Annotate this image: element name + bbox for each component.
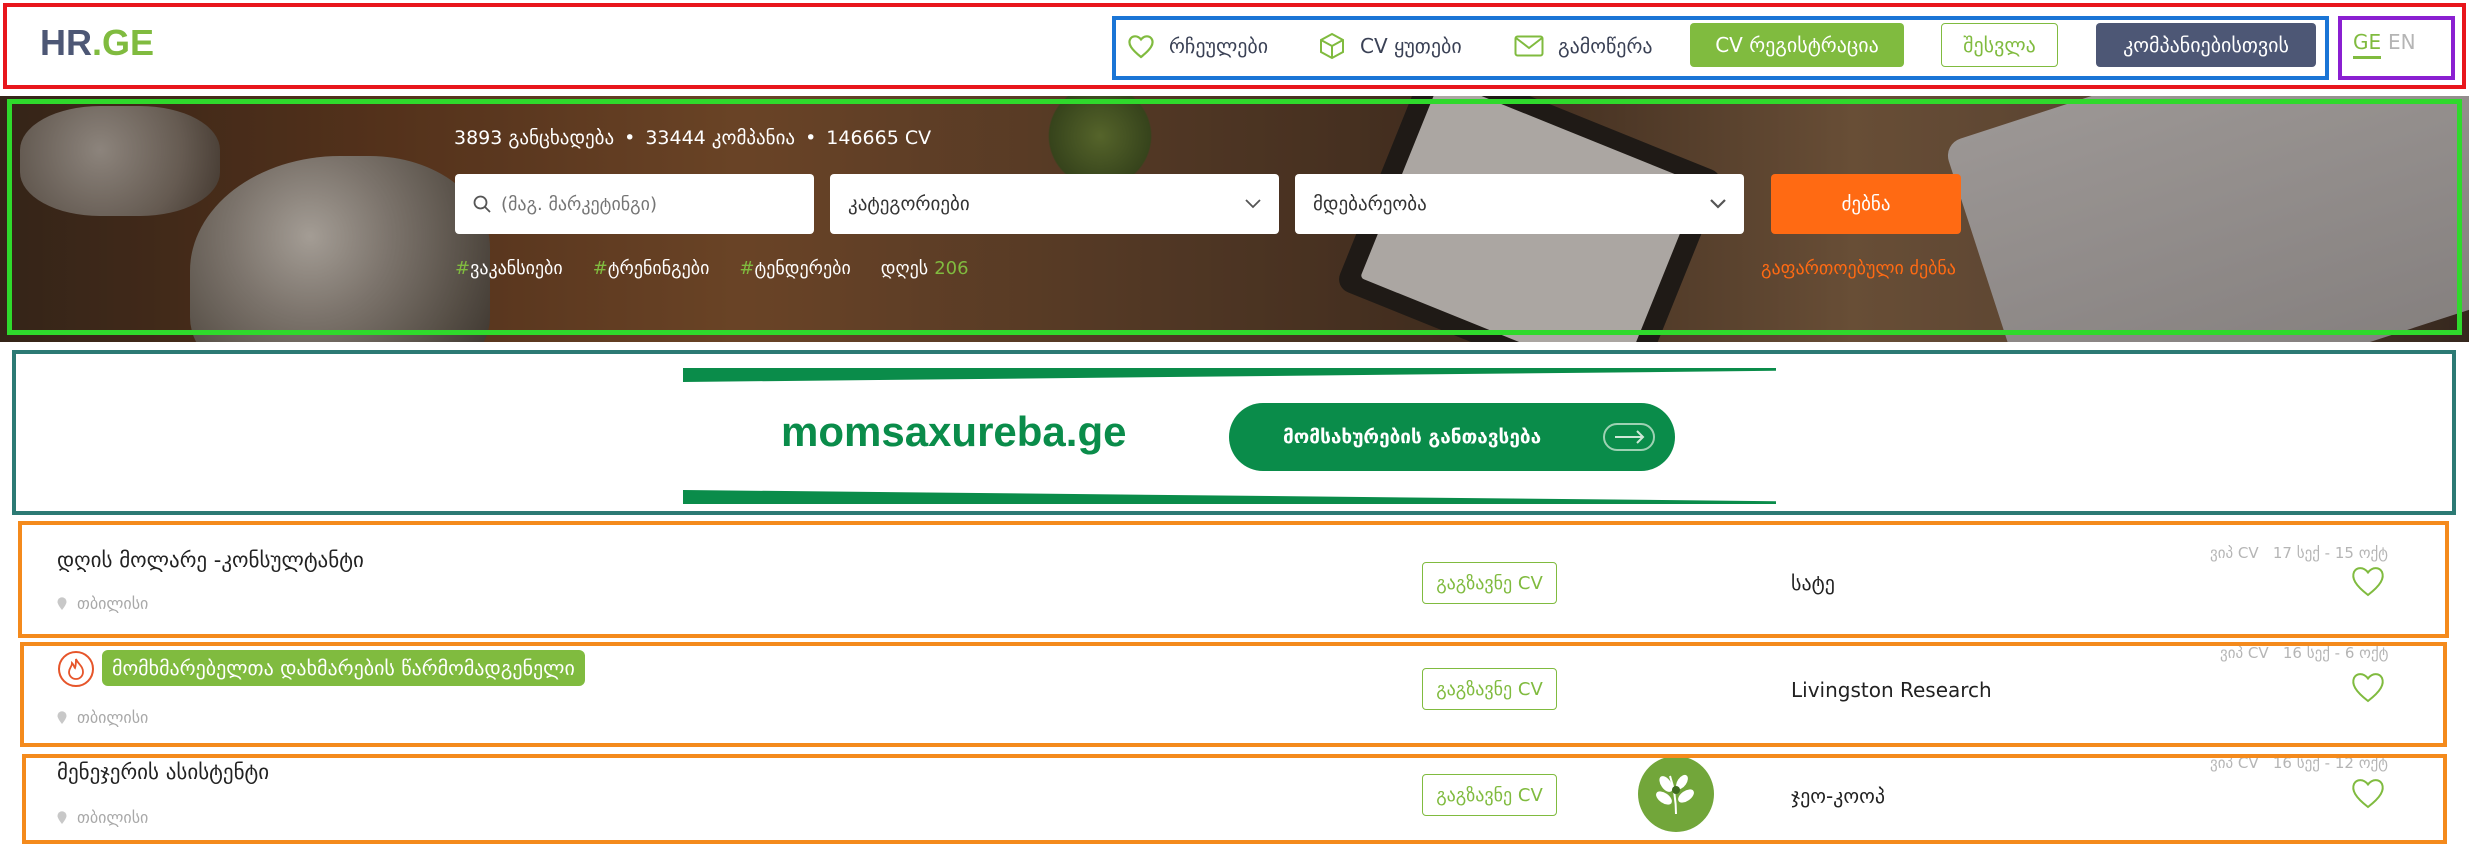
stat-companies: 33444 კომპანია bbox=[645, 127, 796, 149]
search-button[interactable]: ძებნა bbox=[1771, 174, 1961, 234]
job-meta: ვიპ CV 16 სექ - 6 ოქტ bbox=[2220, 644, 2389, 662]
envelope-icon bbox=[1514, 35, 1544, 57]
advanced-search-link[interactable]: გაფართოებული ძებნა bbox=[1761, 258, 1956, 279]
stat-applications: 3893 განცხადება bbox=[454, 127, 615, 149]
location-pin-icon bbox=[57, 710, 67, 724]
send-cv-button[interactable]: გაგზავნე CV bbox=[1422, 774, 1557, 816]
quick-tags: #ვაკანსიები #ტრენინგები #ტენდერები დღეს 2… bbox=[455, 258, 999, 279]
lang-en[interactable]: EN bbox=[2388, 30, 2416, 54]
job-location: თბილისი bbox=[57, 708, 148, 727]
nav-subscribe-label: გამოწერა bbox=[1558, 34, 1653, 58]
banner-cta-label: მომსახურების განთავსება bbox=[1283, 426, 1542, 448]
nav-favorites[interactable]: რჩეულები bbox=[1127, 26, 1268, 66]
chevron-down-icon bbox=[1710, 199, 1726, 209]
location-pin-icon bbox=[57, 810, 67, 824]
hero-search: 3893 განცხადება • 33444 კომპანია • 146665 CV… bbox=[0, 96, 2469, 342]
banner-stripe-bottom bbox=[683, 490, 1776, 504]
tag-vacancies[interactable]: #ვაკანსიები bbox=[455, 258, 563, 279]
nav-subscribe[interactable]: გამოწერა bbox=[1514, 26, 1653, 66]
chevron-down-icon bbox=[1245, 199, 1261, 209]
for-companies-button[interactable]: კომპანიებისთვის bbox=[2096, 23, 2316, 67]
cv-registration-button[interactable]: CV რეგისტრაცია bbox=[1690, 23, 1904, 67]
heart-icon bbox=[1128, 35, 1154, 59]
lang-ge[interactable]: GE bbox=[2353, 30, 2382, 59]
job-row[interactable]: დღის მოლარე -კონსულტანტი თბილისი გაგზავნ… bbox=[20, 524, 2449, 634]
banner-brand: momsaxureba.ge bbox=[781, 408, 1127, 455]
job-title[interactable]: მომხმარებელთა დახმარების წარმომადგენელი bbox=[102, 650, 585, 686]
location-pin-icon bbox=[57, 596, 67, 610]
search-icon bbox=[473, 195, 491, 213]
nav-favorites-label: რჩეულები bbox=[1169, 34, 1269, 58]
top-header: HR.GE რჩეულები CV ყუთები გამოწერა CV რეგ… bbox=[0, 0, 2469, 92]
banner-cta-button[interactable]: მომსახურების განთავსება bbox=[1229, 403, 1675, 471]
job-meta: ვიპ CV 16 სექ - 12 ოქტ bbox=[2210, 754, 2388, 772]
arrow-right-icon bbox=[1603, 423, 1655, 451]
tag-tenders[interactable]: #ტენდერები bbox=[739, 258, 850, 279]
nav-cv-boxes-label: CV ყუთები bbox=[1360, 34, 1462, 58]
heart-icon[interactable] bbox=[2350, 670, 2386, 704]
nav-cv-boxes[interactable]: CV ყუთები bbox=[1318, 26, 1462, 66]
logo[interactable]: HR.GE bbox=[40, 22, 154, 64]
banner-stripe-top bbox=[683, 368, 1776, 382]
company-name[interactable]: სატე bbox=[1791, 571, 1835, 595]
job-meta: ვიპ CV 17 სექ - 15 ოქტ bbox=[2210, 544, 2388, 562]
logo-hr: HR bbox=[40, 22, 92, 63]
box-icon bbox=[1320, 32, 1344, 60]
search-field[interactable] bbox=[455, 174, 814, 234]
fire-icon bbox=[58, 651, 94, 687]
heart-icon[interactable] bbox=[2350, 776, 2386, 810]
logo-ge: .GE bbox=[92, 22, 155, 63]
today-count[interactable]: დღეს 206 bbox=[881, 258, 969, 279]
send-cv-button[interactable]: გაგზავნე CV bbox=[1422, 562, 1557, 604]
site-stats: 3893 განცხადება • 33444 კომპანია • 146665 CV bbox=[454, 127, 932, 149]
company-logo-olive-icon[interactable] bbox=[1638, 756, 1714, 832]
job-row[interactable]: მომხმარებელთა დახმარების წარმომადგენელი … bbox=[20, 644, 2449, 744]
send-cv-button[interactable]: გაგზავნე CV bbox=[1422, 668, 1557, 710]
job-location: თბილისი bbox=[57, 594, 148, 613]
ad-banner[interactable]: momsaxureba.ge მომსახურების განთავსება bbox=[683, 368, 1776, 504]
job-row[interactable]: მენეჯერის ასისტენტი თბილისი გაგზავნე CV … bbox=[20, 754, 2449, 842]
company-name[interactable]: Livingston Research bbox=[1791, 678, 1992, 702]
category-select[interactable]: კატეგორიები bbox=[830, 174, 1279, 234]
heart-icon[interactable] bbox=[2350, 564, 2386, 598]
category-select-label: კატეგორიები bbox=[848, 193, 970, 215]
company-name[interactable]: ჯეო-კოოპ bbox=[1791, 784, 1885, 808]
job-title[interactable]: დღის მოლარე -კონსულტანტი bbox=[57, 548, 364, 572]
location-select[interactable]: მდებარეობა bbox=[1295, 174, 1744, 234]
job-location: თბილისი bbox=[57, 808, 148, 827]
job-title[interactable]: მენეჯერის ასისტენტი bbox=[57, 760, 269, 784]
stat-cv: 146665 CV bbox=[826, 127, 932, 149]
location-select-label: მდებარეობა bbox=[1313, 193, 1427, 215]
login-button[interactable]: შესვლა bbox=[1941, 23, 2058, 67]
search-input[interactable] bbox=[501, 193, 801, 215]
tag-trainings[interactable]: #ტრენინგები bbox=[593, 258, 710, 279]
